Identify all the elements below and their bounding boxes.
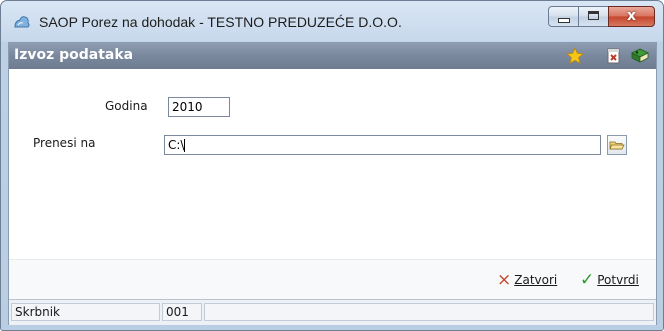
- status-code: 001: [162, 303, 202, 321]
- target-path-value: C:\: [168, 138, 185, 152]
- year-label: Godina: [105, 99, 148, 113]
- maximize-button[interactable]: [578, 6, 609, 27]
- close-icon: x: [626, 8, 637, 24]
- maximize-icon: [588, 11, 599, 20]
- text-cursor: [184, 139, 186, 152]
- browse-folder-button[interactable]: [607, 135, 627, 155]
- status-user: Skrbnik: [11, 303, 160, 321]
- app-icon: [14, 16, 30, 28]
- dialog-body: Izvoz podataka Godina 2010 Prenesi na C:…: [8, 42, 657, 325]
- application-window: SAOP Porez na dohodak - TESTNO PREDUZEĆE…: [0, 0, 664, 331]
- target-label: Prenesi na: [33, 136, 96, 150]
- year-input[interactable]: 2010: [168, 97, 230, 117]
- star-icon[interactable]: [566, 47, 584, 65]
- window-title: SAOP Porez na dohodak - TESTNO PREDUZEĆE…: [39, 14, 402, 30]
- section-title: Izvoz podataka: [14, 47, 134, 63]
- minimize-icon: [558, 18, 570, 23]
- window-close-button[interactable]: x: [608, 6, 655, 27]
- caption-buttons: x: [548, 6, 655, 27]
- close-action-label: Zatvori: [514, 273, 558, 287]
- minimize-button[interactable]: [548, 6, 579, 27]
- section-header: Izvoz podataka: [9, 43, 656, 69]
- close-action-button[interactable]: × Zatvori: [497, 270, 558, 290]
- confirm-action-button[interactable]: ✓ Potvrdi: [580, 270, 639, 290]
- confirm-action-label: Potvrdi: [597, 273, 639, 287]
- document-delete-icon[interactable]: [605, 47, 623, 65]
- target-path-input[interactable]: C:\: [164, 135, 601, 155]
- form-area: Godina 2010 Prenesi na C:\: [9, 69, 656, 259]
- status-extra: [204, 303, 654, 321]
- status-bar: Skrbnik 001: [9, 299, 656, 325]
- title-bar[interactable]: SAOP Porez na dohodak - TESTNO PREDUZEĆE…: [1, 1, 663, 43]
- checkmark-icon: ✓: [580, 270, 595, 290]
- close-x-icon: ×: [497, 270, 512, 290]
- folder-open-icon: [609, 141, 625, 150]
- book-icon[interactable]: [631, 47, 649, 65]
- button-area: × Zatvori ✓ Potvrdi: [9, 259, 656, 300]
